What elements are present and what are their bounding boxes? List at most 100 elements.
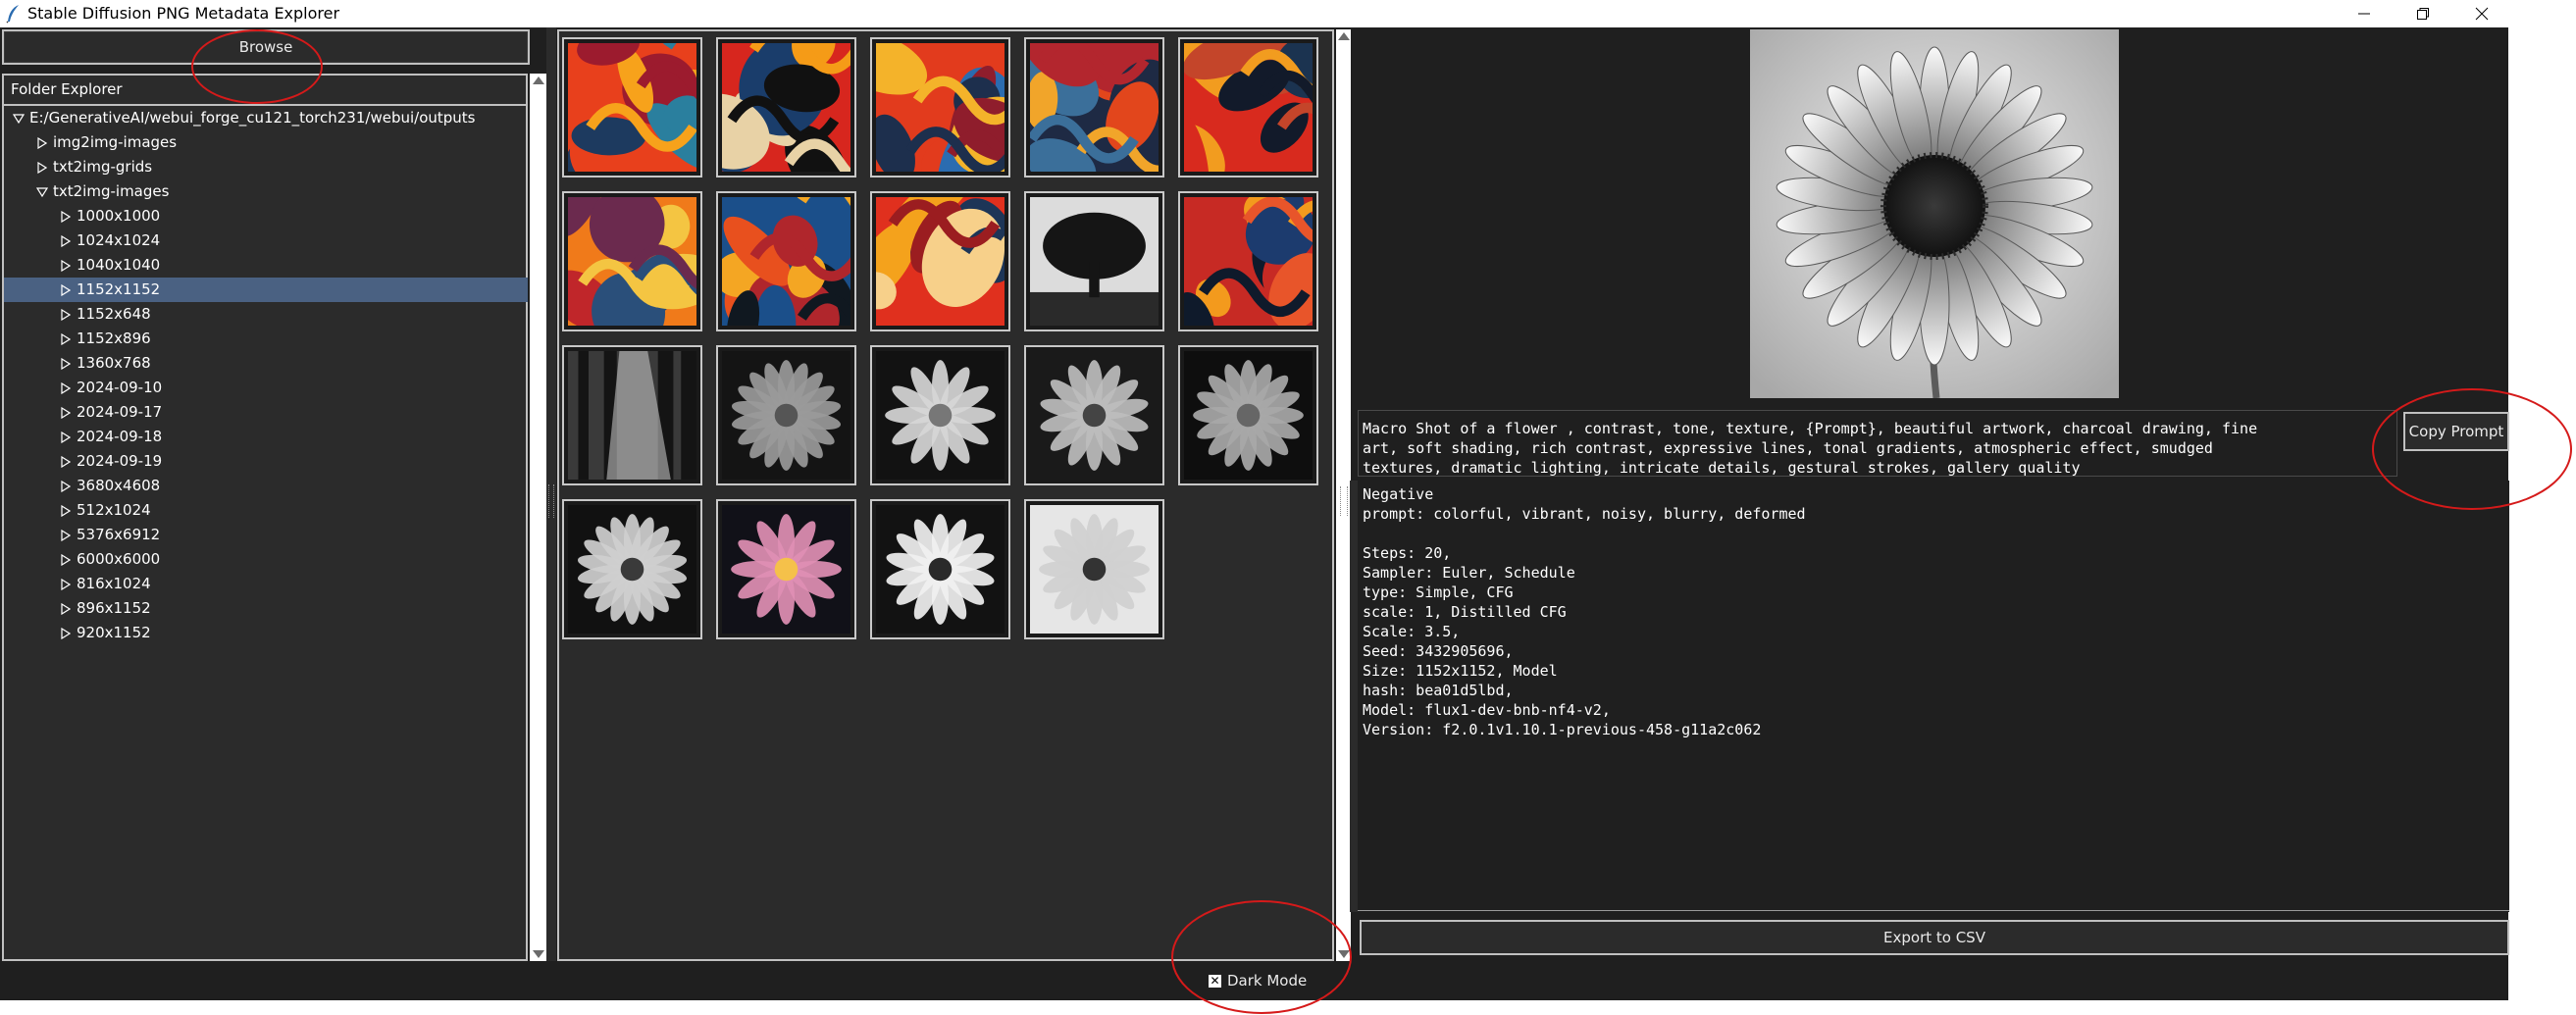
tree-item-label: img2img-images: [53, 133, 178, 151]
folder-scrollbar[interactable]: [530, 74, 546, 961]
collapsed-triangle-icon[interactable]: [59, 425, 73, 449]
tree-item-label: txt2img-grids: [53, 158, 153, 176]
tree-item[interactable]: 1152x1152: [4, 278, 528, 302]
collapsed-triangle-icon[interactable]: [59, 228, 73, 253]
tree-item[interactable]: 920x1152: [4, 621, 528, 645]
collapsed-triangle-icon[interactable]: [59, 351, 73, 376]
minimize-button[interactable]: [2335, 0, 2394, 27]
tree-item-label: 6000x6000: [77, 550, 161, 568]
flower-thumbnail-icon: [876, 505, 1005, 634]
thumbnail[interactable]: [1024, 499, 1164, 639]
metadata-sash[interactable]: [1350, 481, 1358, 912]
tree-item-label: 1000x1000: [77, 207, 161, 225]
thumbnail[interactable]: [1178, 345, 1318, 485]
abstract-thumbnail-icon: [722, 197, 850, 326]
preview-image: [1750, 29, 2119, 399]
abstract-thumbnail-icon: [1184, 197, 1313, 326]
tree-item[interactable]: 512x1024: [4, 498, 528, 523]
annotation-circle-browse: [191, 29, 323, 104]
tree-item[interactable]: txt2img-grids: [4, 155, 528, 179]
thumbnail[interactable]: [562, 499, 702, 639]
thumbnail[interactable]: [870, 37, 1010, 178]
tree-item[interactable]: 5376x6912: [4, 523, 528, 547]
thumbnail[interactable]: [1024, 345, 1164, 485]
annotation-circle-dark-mode: [1171, 900, 1352, 1014]
tree-item[interactable]: img2img-images: [4, 130, 528, 155]
thumbnail[interactable]: [1024, 191, 1164, 331]
thumbnail[interactable]: [716, 37, 856, 178]
collapsed-triangle-icon[interactable]: [59, 621, 73, 645]
abstract-thumbnail-icon: [568, 43, 696, 172]
tree-item[interactable]: 2024-09-17: [4, 400, 528, 425]
collapsed-triangle-icon[interactable]: [59, 572, 73, 596]
right-sash-grip[interactable]: [1340, 486, 1348, 516]
abstract-thumbnail-icon: [876, 197, 1005, 326]
thumbnail[interactable]: [870, 191, 1010, 331]
expanded-triangle-icon[interactable]: [35, 179, 49, 204]
scroll-down-arrow-icon[interactable]: [533, 950, 544, 958]
tree-item[interactable]: 1152x648: [4, 302, 528, 327]
thumbnail[interactable]: [562, 191, 702, 331]
tree-item-label: 816x1024: [77, 575, 151, 592]
tree-item[interactable]: 1024x1024: [4, 228, 528, 253]
collapsed-triangle-icon[interactable]: [59, 498, 73, 523]
tree-item[interactable]: 816x1024: [4, 572, 528, 596]
abstract-thumbnail-icon: [876, 43, 1005, 172]
tree-item-label: 1024x1024: [77, 231, 161, 249]
metadata-divider: [1358, 910, 2509, 911]
tree-item-label: 1360x768: [77, 354, 151, 372]
collapsed-triangle-icon[interactable]: [59, 547, 73, 572]
collapsed-triangle-icon[interactable]: [35, 130, 49, 155]
prompt-textbox[interactable]: Macro Shot of a flower , contrast, tone,…: [1358, 410, 2397, 477]
tree-item[interactable]: 1152x896: [4, 327, 528, 351]
collapsed-triangle-icon[interactable]: [59, 253, 73, 278]
collapsed-triangle-icon[interactable]: [59, 596, 73, 621]
thumbnail[interactable]: [562, 37, 702, 178]
close-button[interactable]: [2452, 0, 2511, 27]
thumbnail[interactable]: [716, 191, 856, 331]
tree-item[interactable]: 2024-09-10: [4, 376, 528, 400]
tree-item[interactable]: 1040x1040: [4, 253, 528, 278]
tree-item[interactable]: 6000x6000: [4, 547, 528, 572]
thumbnail[interactable]: [716, 499, 856, 639]
tree-item[interactable]: 3680x4608: [4, 474, 528, 498]
tree-item-label: 2024-09-19: [77, 452, 163, 470]
tree-item[interactable]: txt2img-images: [4, 179, 528, 204]
collapsed-triangle-icon[interactable]: [59, 449, 73, 474]
thumbnail[interactable]: [1024, 37, 1164, 178]
tree-item[interactable]: 896x1152: [4, 596, 528, 621]
metadata-text[interactable]: Negative prompt: colorful, vibrant, nois…: [1358, 481, 2509, 912]
tree-item[interactable]: 2024-09-18: [4, 425, 528, 449]
scroll-up-arrow-icon[interactable]: [1338, 32, 1350, 40]
scroll-up-arrow-icon[interactable]: [533, 76, 544, 84]
collapsed-triangle-icon[interactable]: [59, 204, 73, 228]
collapsed-triangle-icon[interactable]: [35, 155, 49, 179]
left-sash-grip[interactable]: [548, 484, 554, 518]
thumbnail[interactable]: [562, 345, 702, 485]
thumbnail[interactable]: [870, 499, 1010, 639]
flower-thumbnail-icon: [1030, 351, 1159, 480]
collapsed-triangle-icon[interactable]: [59, 278, 73, 302]
collapsed-triangle-icon[interactable]: [59, 523, 73, 547]
thumbnail[interactable]: [716, 345, 856, 485]
tree-item-label: 2024-09-17: [77, 403, 163, 421]
expanded-triangle-icon[interactable]: [12, 106, 26, 130]
thumbnail[interactable]: [1178, 191, 1318, 331]
tree-item[interactable]: 1360x768: [4, 351, 528, 376]
collapsed-triangle-icon[interactable]: [59, 400, 73, 425]
collapsed-triangle-icon[interactable]: [59, 376, 73, 400]
maximize-button[interactable]: [2394, 0, 2452, 27]
tree-item[interactable]: 1000x1000: [4, 204, 528, 228]
thumbnail[interactable]: [1178, 37, 1318, 178]
tree-item[interactable]: E:/GenerativeAI/webui_forge_cu121_torch2…: [4, 106, 528, 130]
thumbnail[interactable]: [870, 345, 1010, 485]
abstract-thumbnail-icon: [722, 43, 850, 172]
collapsed-triangle-icon[interactable]: [59, 327, 73, 351]
collapsed-triangle-icon[interactable]: [59, 302, 73, 327]
tree-item-label: 1152x1152: [77, 280, 161, 298]
export-csv-button[interactable]: Export to CSV: [1360, 920, 2509, 955]
title-bar: Stable Diffusion PNG Metadata Explorer: [0, 0, 2576, 27]
tree-thumbnail-icon: [1030, 197, 1159, 326]
tree-item[interactable]: 2024-09-19: [4, 449, 528, 474]
collapsed-triangle-icon[interactable]: [59, 474, 73, 498]
